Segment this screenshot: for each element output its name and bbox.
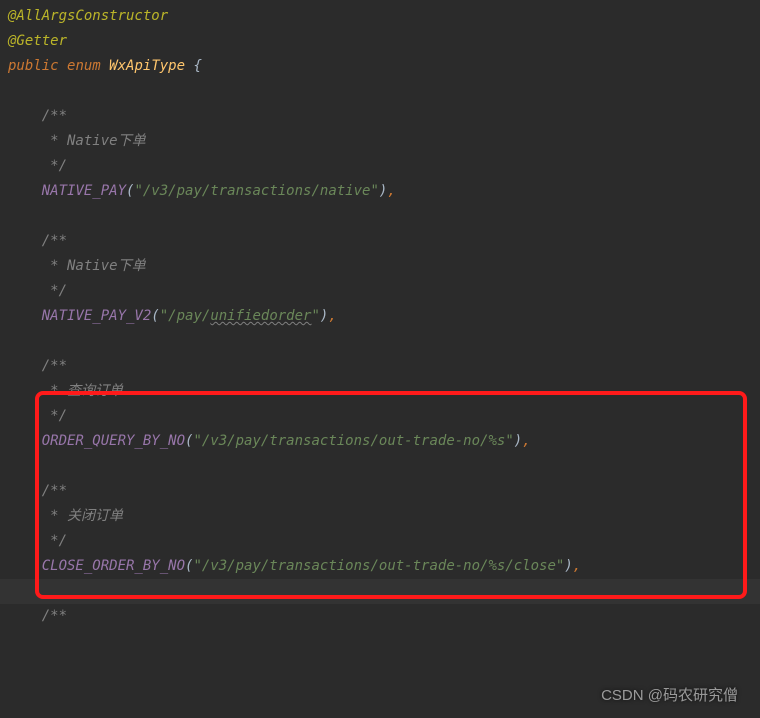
code-line: public enum WxApiType { [8,54,760,79]
code-line: /** [8,479,760,504]
brace: { [193,58,201,74]
code-line: /** [8,354,760,379]
string-literal-warning: unifiedorder [210,308,311,324]
string-literal: "/v3/pay/transactions/out-trade-no/%s" [193,433,513,449]
code-line [8,79,760,104]
comment: /** [42,483,67,499]
comment: */ [42,408,67,424]
code-line: */ [8,404,760,429]
code-line: @AllArgsConstructor [8,4,760,29]
string-literal: "/pay/ [160,308,211,324]
string-literal: "/v3/pay/transactions/out-trade-no/%s/cl… [193,558,564,574]
comment: */ [42,533,67,549]
comment: */ [42,283,67,299]
enum-constant: NATIVE_PAY_V2 [42,308,152,324]
comma: , [387,183,395,199]
code-line: @Getter [8,29,760,54]
paren: ) [514,433,522,449]
code-line: * 关闭订单 [8,504,760,529]
comment: /** [42,358,67,374]
keyword-enum: enum [67,58,101,74]
code-editor[interactable]: @AllArgsConstructor @Getter public enum … [8,4,760,629]
code-line: ORDER_QUERY_BY_NO("/v3/pay/transactions/… [8,429,760,454]
keyword-public: public [8,58,59,74]
code-line: CLOSE_ORDER_BY_NO("/v3/pay/transactions/… [8,554,760,579]
code-line [8,454,760,479]
code-line: */ [8,279,760,304]
code-line: */ [8,529,760,554]
code-line: NATIVE_PAY("/v3/pay/transactions/native"… [8,179,760,204]
annotation: @AllArgsConstructor [8,8,168,24]
code-line [8,329,760,354]
code-line: /** [8,604,760,629]
enum-constant: NATIVE_PAY [42,183,126,199]
code-line: * Native下单 [8,254,760,279]
comment: * 查询订单 [42,383,123,399]
code-line: * Native下单 [8,129,760,154]
code-line: /** [8,229,760,254]
comment: /** [42,233,67,249]
comma: , [573,558,581,574]
comma: , [522,433,530,449]
code-line: /** [8,104,760,129]
paren: ) [564,558,572,574]
paren: ( [151,308,159,324]
comment: * Native下单 [42,258,146,274]
comment: */ [42,158,67,174]
comment: /** [42,608,67,624]
code-line: * 查询订单 [8,379,760,404]
code-line [8,579,760,604]
string-literal: "/v3/pay/transactions/native" [134,183,378,199]
code-line [8,204,760,229]
annotation: @Getter [8,33,67,49]
string-literal: " [311,308,319,324]
comment: * 关闭订单 [42,508,123,524]
class-name: WxApiType [109,58,185,74]
comma: , [328,308,336,324]
comment: * Native下单 [42,133,146,149]
watermark: CSDN @码农研究僧 [601,683,738,708]
enum-constant: CLOSE_ORDER_BY_NO [42,558,185,574]
comment: /** [42,108,67,124]
code-line: */ [8,154,760,179]
code-line: NATIVE_PAY_V2("/pay/unifiedorder"), [8,304,760,329]
enum-constant: ORDER_QUERY_BY_NO [42,433,185,449]
